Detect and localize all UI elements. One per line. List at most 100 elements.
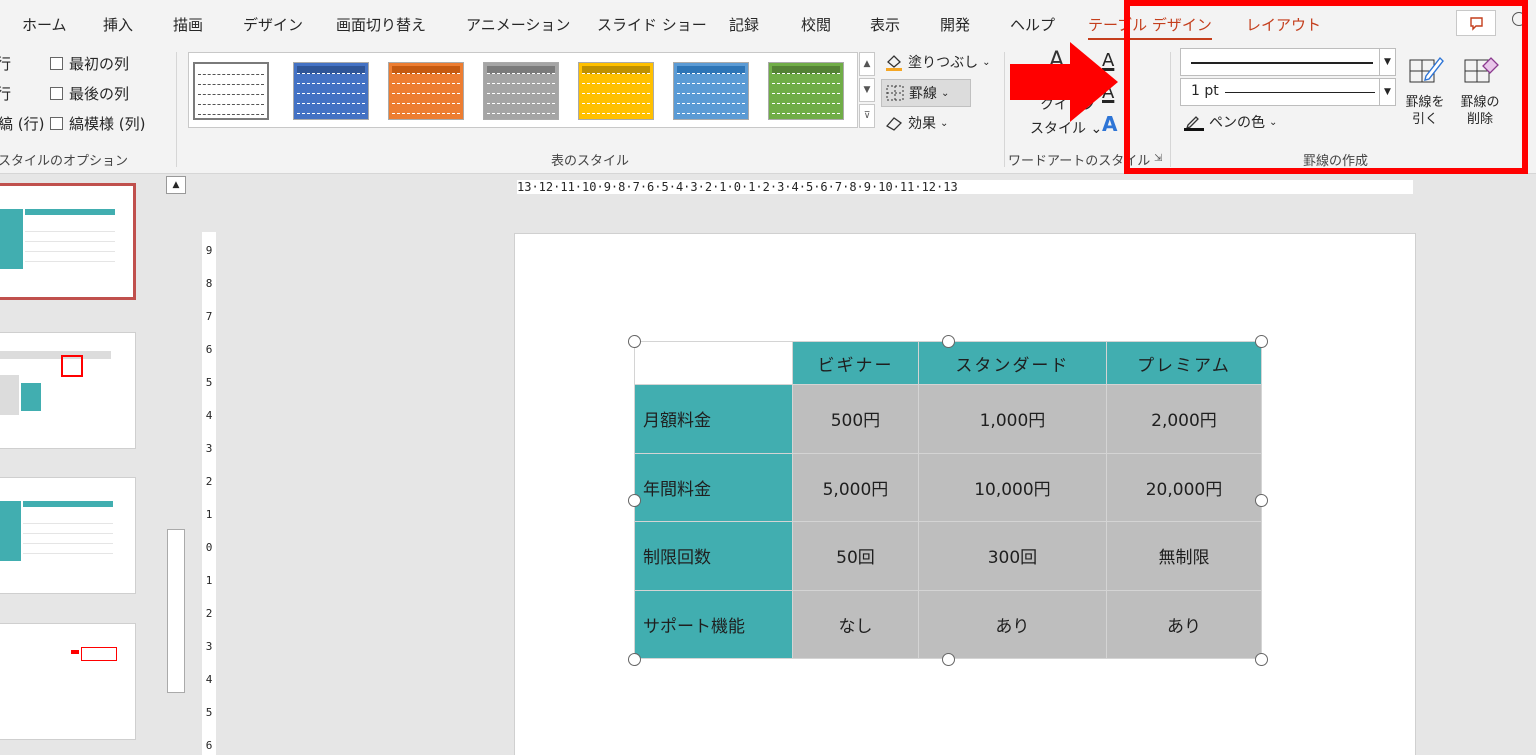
draw-table-icon (1409, 56, 1444, 83)
tab-draw[interactable]: 描画 (173, 14, 203, 35)
pen-color-icon (1184, 116, 1204, 131)
vertical-ruler: 9 8 7 6 5 4 3 2 1 0 1 2 3 4 5 6 (202, 232, 216, 755)
draw-table-button[interactable]: 罫線を 引く (1400, 50, 1450, 140)
pen-weight-dropdown[interactable]: 1 pt ▼ (1180, 78, 1396, 106)
resize-handle[interactable] (628, 494, 641, 507)
table-style-gallery (188, 52, 858, 128)
table-style-blue[interactable] (293, 62, 369, 120)
total-row-option[interactable]: 行 (0, 83, 11, 104)
table-row: 制限回数 50回 300回 無制限 (634, 521, 1263, 591)
tab-design[interactable]: デザイン (243, 14, 303, 35)
tab-layout[interactable]: レイアウト (1246, 14, 1321, 35)
slide-thumbnail[interactable] (0, 623, 136, 740)
pen-color-button[interactable]: ペンの色 ⌄ (1183, 112, 1277, 132)
table-row-header[interactable]: 制限回数 (634, 521, 793, 591)
vertical-ruler-label: 2 (205, 607, 213, 620)
vertical-ruler-label: 0 (205, 541, 213, 554)
table-cell[interactable]: 300回 (917, 521, 1107, 591)
table-style-orange[interactable] (388, 62, 464, 120)
last-column-checkbox[interactable]: 最後の列 (50, 83, 129, 104)
tab-record[interactable]: 記録 (729, 14, 759, 35)
tab-animations[interactable]: アニメーション (466, 14, 570, 35)
scroll-thumb[interactable] (167, 529, 185, 693)
share-icon[interactable] (1512, 12, 1526, 26)
table-row-header[interactable]: サポート機能 (634, 589, 793, 659)
table-cell[interactable]: 500円 (792, 384, 919, 454)
tab-review[interactable]: 校閲 (801, 14, 831, 35)
table-row: サポート機能 なし あり あり (634, 589, 1263, 659)
comment-icon (1470, 17, 1483, 31)
resize-handle[interactable] (628, 653, 641, 666)
table-styles-group-label: 表のスタイル (551, 154, 630, 169)
pen-style-dropdown[interactable]: ▼ (1180, 48, 1396, 76)
table-style-green[interactable] (768, 62, 844, 120)
resize-handle[interactable] (1255, 494, 1268, 507)
paint-bucket-icon (886, 55, 902, 71)
pricing-table[interactable]: ビギナー スタンダード プレミアム 月額料金 500円 1,000円 2,000… (634, 341, 1263, 659)
vertical-ruler-label: 1 (205, 508, 213, 521)
tab-developer[interactable]: 開発 (940, 14, 970, 35)
gallery-scroll-down[interactable]: ▼ (859, 78, 875, 102)
table-header-cell[interactable]: ビギナー (792, 341, 919, 385)
table-cell[interactable]: 無制限 (1105, 521, 1263, 591)
table-header-cell[interactable]: プレミアム (1105, 341, 1263, 385)
banded-columns-checkbox[interactable]: 縞模様 (列) (50, 113, 145, 134)
effects-button[interactable]: 効果 ⌄ (884, 113, 948, 133)
tab-insert[interactable]: 挿入 (103, 14, 133, 35)
tab-transitions[interactable]: 画面切り替え (336, 14, 426, 35)
eraser-button[interactable]: 罫線の 削除 (1455, 50, 1505, 140)
slide-thumbnail[interactable] (0, 332, 136, 449)
slide-thumbnail[interactable] (0, 477, 136, 594)
table-cell[interactable]: あり (1105, 589, 1263, 659)
slide-pane-scrollbar[interactable]: ▲ (165, 174, 187, 755)
table-cell[interactable]: 10,000円 (917, 452, 1107, 522)
resize-handle[interactable] (942, 653, 955, 666)
banded-rows-option[interactable]: 縞 (行) (0, 113, 44, 134)
table-style-gold[interactable] (578, 62, 654, 120)
scroll-up-button[interactable]: ▲ (166, 176, 186, 194)
table-cell[interactable]: なし (792, 589, 919, 659)
header-row-option[interactable]: 行 (0, 53, 11, 74)
eraser-icon (1464, 57, 1499, 83)
table-row-header[interactable]: 月額料金 (634, 384, 793, 454)
resize-handle[interactable] (1255, 653, 1268, 666)
group-separator (1004, 52, 1005, 167)
tab-table-design[interactable]: テーブル デザイン (1088, 14, 1212, 40)
vertical-ruler-label: 4 (205, 673, 213, 686)
border-icon (886, 85, 904, 101)
table-style-gray[interactable] (483, 62, 559, 120)
borders-button[interactable]: 罫線 ⌄ (881, 79, 971, 107)
gallery-more[interactable]: ⊽ (859, 104, 875, 128)
table-style-lightblue[interactable] (673, 62, 749, 120)
horizontal-ruler: 13·12·11·10·9·8·7·6·5·4·3·2·1·0·1·2·3·4·… (517, 180, 1413, 194)
dialog-launcher-icon[interactable]: ⇲ (1154, 153, 1162, 164)
table-cell[interactable]: 50回 (792, 521, 919, 591)
table-cell[interactable]: 2,000円 (1105, 384, 1263, 454)
slide-thumbnail-pane (0, 174, 192, 755)
table-style-plain[interactable] (192, 61, 270, 121)
group-separator (176, 52, 177, 167)
shading-button[interactable]: 塗りつぶし ⌄ (884, 52, 991, 72)
tab-help[interactable]: ヘルプ (1010, 14, 1055, 35)
vertical-ruler-label: 5 (205, 376, 213, 389)
table-cell[interactable]: 20,000円 (1105, 452, 1263, 522)
tab-view[interactable]: 表示 (870, 14, 900, 35)
tab-slideshow[interactable]: スライド ショー (597, 14, 707, 35)
table-cell[interactable]: あり (917, 589, 1107, 659)
slide-thumbnail[interactable] (0, 183, 136, 300)
resize-handle[interactable] (628, 335, 641, 348)
table-cell[interactable]: 1,000円 (917, 384, 1107, 454)
vertical-ruler-label: 8 (205, 277, 213, 290)
chevron-down-icon: ▼ (1379, 79, 1395, 105)
resize-handle[interactable] (942, 335, 955, 348)
comment-button[interactable] (1456, 10, 1496, 36)
table-cell[interactable]: 5,000円 (792, 452, 919, 522)
tab-home[interactable]: ホーム (22, 14, 67, 35)
table-row-header[interactable]: 年間料金 (634, 452, 793, 522)
resize-handle[interactable] (1255, 335, 1268, 348)
red-arrow-annotation (1010, 42, 1118, 122)
table-row: 月額料金 500円 1,000円 2,000円 (634, 384, 1263, 454)
table-corner-cell[interactable] (634, 341, 793, 385)
first-column-checkbox[interactable]: 最初の列 (50, 53, 129, 74)
gallery-scroll-up[interactable]: ▲ (859, 52, 875, 76)
